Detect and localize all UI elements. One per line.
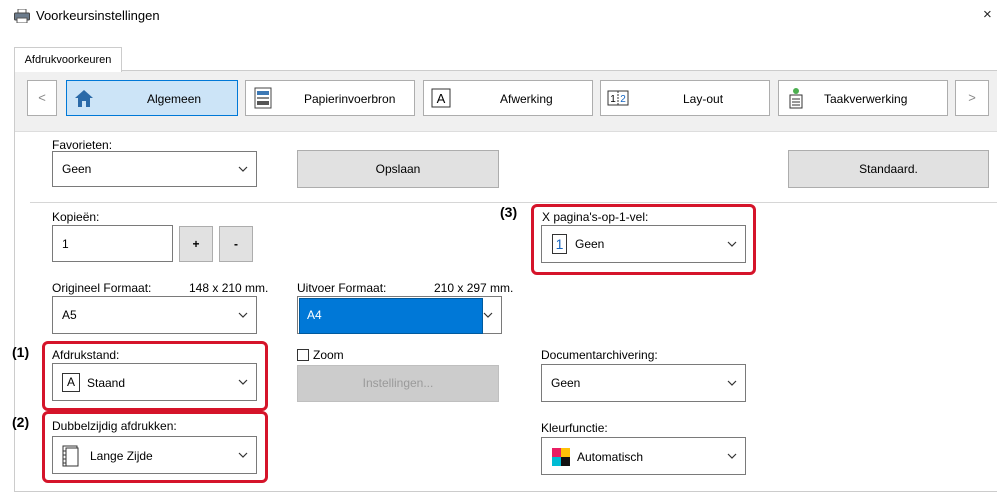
title-bar: Voorkeursinstellingen ×: [0, 0, 997, 30]
original-size-select[interactable]: A5: [52, 296, 257, 334]
orientation-label: Afdrukstand:: [52, 348, 120, 362]
color-icon: [552, 448, 570, 466]
chevron-down-icon: [238, 452, 248, 458]
doc-archiving-value: Geen: [551, 376, 581, 390]
svg-text:1: 1: [610, 94, 616, 105]
finishing-icon: A: [431, 88, 451, 108]
favorites-value: Geen: [62, 162, 92, 176]
svg-text:A: A: [437, 91, 446, 106]
nav-next-button[interactable]: >: [955, 80, 989, 116]
nav-label: Papierinvoerbron: [304, 92, 396, 106]
nav-item-algemeen[interactable]: Algemeen: [66, 80, 238, 116]
zoom-settings-button[interactable]: Instellingen...: [297, 365, 499, 402]
output-size-select[interactable]: A4: [297, 296, 502, 334]
output-size-dims: 210 x 297 mm.: [434, 281, 514, 295]
color-mode-value: Automatisch: [577, 450, 644, 464]
output-size-value: A4: [307, 308, 322, 322]
color-mode-select[interactable]: Automatisch: [541, 437, 746, 475]
doc-archiving-select[interactable]: Geen: [541, 364, 746, 402]
chevron-down-icon: [727, 380, 737, 386]
orientation-select[interactable]: A Staand: [52, 363, 257, 401]
favorites-label: Favorieten:: [52, 138, 113, 152]
callout-3: (3): [500, 204, 518, 220]
zoom-label: Zoom: [313, 348, 344, 362]
doc-archiving-label: Documentarchivering:: [541, 348, 658, 362]
chevron-down-icon: [238, 312, 248, 318]
nav-item-lay-out[interactable]: 1 2 Lay-out: [600, 80, 770, 116]
original-size-label: Origineel Formaat:: [52, 281, 152, 295]
chevron-down-icon: [483, 312, 493, 318]
duplex-select[interactable]: Lange Zijde: [52, 436, 257, 474]
close-icon[interactable]: ×: [983, 6, 992, 23]
window-title: Voorkeursinstellingen: [36, 8, 160, 23]
nav-item-taakverwerking[interactable]: Taakverwerking: [778, 80, 948, 116]
save-button[interactable]: Opslaan: [297, 150, 499, 188]
default-button[interactable]: Standaard.: [788, 150, 989, 188]
chevron-down-icon: [727, 241, 737, 247]
duplex-label: Dubbelzijdig afdrukken:: [52, 419, 177, 433]
layout-icon: 1 2: [607, 90, 629, 106]
duplex-value: Lange Zijde: [90, 449, 153, 463]
portrait-icon: A: [62, 373, 80, 392]
nav-label: Lay-out: [683, 92, 724, 106]
nav-label: Algemeen: [147, 92, 202, 106]
nup-label: X pagina's-op-1-vel:: [542, 210, 649, 224]
nup-value: Geen: [575, 237, 605, 251]
svg-text:2: 2: [620, 94, 626, 105]
paper-tray-icon: [254, 87, 272, 109]
copies-decrement-button[interactable]: -: [219, 226, 253, 262]
chevron-down-icon: [727, 453, 737, 459]
tab-afdrukvoorkeuren[interactable]: Afdrukvoorkeuren: [14, 47, 122, 72]
original-size-value: A5: [62, 308, 77, 322]
nav-item-papierinvoerbron[interactable]: Papierinvoerbron: [245, 80, 415, 116]
zoom-checkbox[interactable]: [297, 349, 309, 361]
orientation-value: Staand: [87, 376, 126, 390]
callout-1: (1): [12, 344, 30, 360]
nav-label: Taakverwerking: [824, 92, 908, 106]
nav-prev-button[interactable]: <: [27, 80, 57, 116]
nav-label: Afwerking: [500, 92, 553, 106]
color-mode-label: Kleurfunctie:: [541, 421, 608, 435]
home-icon: [75, 90, 93, 107]
job-handling-icon: [789, 88, 803, 109]
nup-glyph-icon: 1: [552, 234, 567, 254]
callout-2: (2): [12, 414, 30, 430]
copies-increment-button[interactable]: +: [179, 226, 213, 262]
printer-icon: [14, 9, 30, 23]
nav-item-afwerking[interactable]: A Afwerking: [423, 80, 593, 116]
divider: [30, 202, 997, 203]
favorites-select[interactable]: Geen: [52, 151, 257, 187]
chevron-down-icon: [238, 379, 248, 385]
chevron-down-icon: [238, 166, 248, 172]
long-edge-icon: [62, 445, 79, 467]
original-size-dims: 148 x 210 mm.: [189, 281, 269, 295]
output-size-label: Uitvoer Formaat:: [297, 281, 387, 295]
nup-select[interactable]: 1 Geen: [541, 225, 746, 263]
output-size-highlight: [299, 298, 483, 334]
copies-label: Kopieën:: [52, 210, 100, 224]
copies-value: 1: [62, 236, 69, 251]
copies-input[interactable]: 1: [52, 225, 173, 262]
